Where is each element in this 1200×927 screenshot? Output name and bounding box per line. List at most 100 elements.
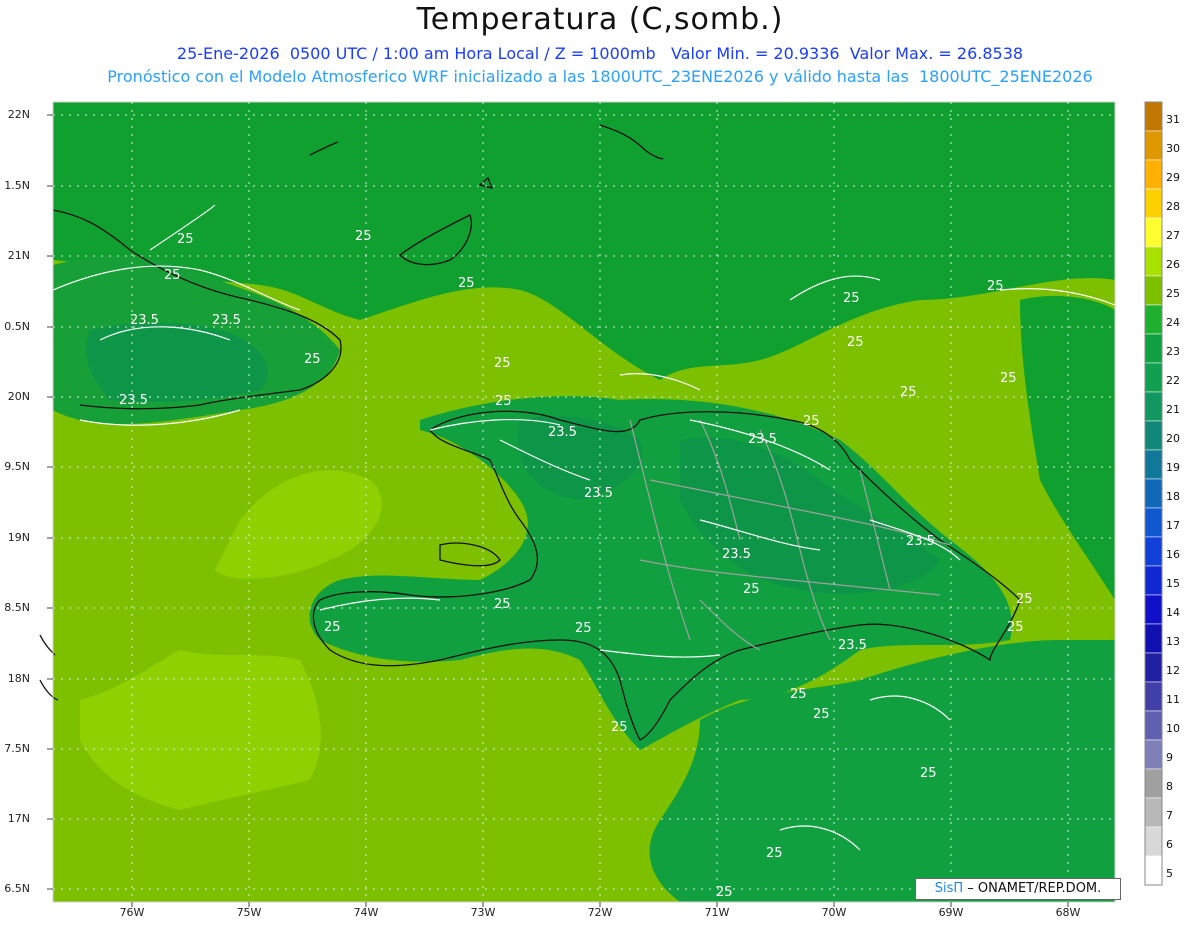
lon-tick: 70W <box>821 906 847 919</box>
lat-tick: 20N <box>7 390 30 403</box>
colorbar-label: 17 <box>1166 519 1180 532</box>
lat-tick: 17N <box>7 812 30 825</box>
colorbar-swatch <box>1144 681 1163 712</box>
contour-label: 25 <box>847 335 864 350</box>
contour-label: 25 <box>743 582 760 597</box>
credit-text: – ONAMET/REP.DOM. <box>963 881 1102 896</box>
colorbar-label: 24 <box>1166 316 1180 329</box>
contour-label: 25 <box>494 597 511 612</box>
contour-label: 25 <box>324 620 341 635</box>
contour-label: 25 <box>1000 371 1017 386</box>
colorbar-label: 16 <box>1166 548 1180 561</box>
colorbar-swatch <box>1144 710 1163 741</box>
colorbar-swatch <box>1144 449 1163 480</box>
lat-tick: 19N <box>7 531 30 544</box>
colorbar-swatch <box>1144 507 1163 538</box>
colorbar-label: 20 <box>1166 432 1180 445</box>
colorbar-label: 29 <box>1166 171 1180 184</box>
colorbar-swatch <box>1144 101 1163 132</box>
colorbar-swatch <box>1144 362 1163 393</box>
colorbar-label: 31 <box>1166 113 1180 126</box>
colorbar-label: 10 <box>1166 722 1180 735</box>
lat-tick: 18N <box>7 672 30 685</box>
contour-label: 23.5 <box>748 432 777 447</box>
colorbar-label: 11 <box>1166 693 1180 706</box>
contour-label: 23.5 <box>212 313 241 328</box>
contour-label: 25 <box>1016 592 1033 607</box>
colorbar-swatch <box>1144 594 1163 625</box>
lon-tick: 75W <box>236 906 262 919</box>
colorbar-label: 7 <box>1166 809 1173 822</box>
contour-label: 25 <box>900 385 917 400</box>
contour-label: 25 <box>843 291 860 306</box>
colorbar-swatch <box>1144 565 1163 596</box>
contour-label: 25 <box>495 394 512 409</box>
credit-box: SisΠ – ONAMET/REP.DOM. <box>915 878 1121 900</box>
lat-tick: 21N <box>7 249 30 262</box>
colorbar <box>1144 101 1163 886</box>
contour-label: 25 <box>987 279 1004 294</box>
colorbar-label: 26 <box>1166 258 1180 271</box>
colorbar-swatch <box>1144 478 1163 509</box>
colorbar-label: 8 <box>1166 780 1173 793</box>
contour-label: 25 <box>716 885 733 900</box>
colorbar-swatch <box>1144 333 1163 364</box>
colorbar-label: 6 <box>1166 838 1173 851</box>
brand-logo-text: SisΠ <box>934 881 964 896</box>
colorbar-label: 22 <box>1166 374 1180 387</box>
contour-label: 25 <box>355 229 372 244</box>
colorbar-swatch <box>1144 536 1163 567</box>
colorbar-swatch <box>1144 217 1163 248</box>
lat-tick: 7.5N <box>4 742 30 755</box>
lat-tick: 22N <box>7 108 30 121</box>
colorbar-swatch <box>1144 623 1163 654</box>
colorbar-swatch <box>1144 246 1163 277</box>
colorbar-swatch <box>1144 188 1163 219</box>
colorbar-swatch <box>1144 652 1163 683</box>
contour-label: 25 <box>790 687 807 702</box>
colorbar-swatch <box>1144 130 1163 161</box>
contour-label: 23.5 <box>130 313 159 328</box>
colorbar-label: 18 <box>1166 490 1180 503</box>
contour-label: 25 <box>458 276 475 291</box>
lat-tick: 6.5N <box>4 882 30 895</box>
colorbar-swatch <box>1144 275 1163 306</box>
contour-label: 23.5 <box>119 393 148 408</box>
colorbar-label: 5 <box>1166 867 1173 880</box>
colorbar-swatch <box>1144 826 1163 857</box>
colorbar-label: 15 <box>1166 577 1180 590</box>
contour-label: 25 <box>920 766 937 781</box>
contour-label: 25 <box>611 720 628 735</box>
lon-tick: 71W <box>704 906 730 919</box>
contour-label: 25 <box>803 414 820 429</box>
contour-label: 25 <box>575 621 592 636</box>
contour-label: 23.5 <box>584 486 613 501</box>
colorbar-label: 14 <box>1166 606 1180 619</box>
lon-tick: 73W <box>470 906 496 919</box>
contour-label: 25 <box>177 232 194 247</box>
colorbar-label: 12 <box>1166 664 1180 677</box>
colorbar-label: 23 <box>1166 345 1180 358</box>
contour-label: 25 <box>1007 620 1024 635</box>
contour-label: 23.5 <box>722 547 751 562</box>
contour-label: 23.5 <box>548 425 577 440</box>
colorbar-label: 25 <box>1166 287 1180 300</box>
colorbar-label: 19 <box>1166 461 1180 474</box>
colorbar-swatch <box>1144 739 1163 770</box>
contour-label: 25 <box>304 352 321 367</box>
colorbar-label: 27 <box>1166 229 1180 242</box>
temperature-map: 25 25 25 23.5 23.5 25 23.5 25 25 23.5 23… <box>39 101 1163 907</box>
colorbar-label: 28 <box>1166 200 1180 213</box>
lon-tick: 68W <box>1055 906 1081 919</box>
lon-tick: 72W <box>587 906 613 919</box>
colorbar-swatch <box>1144 855 1163 886</box>
contour-label: 25 <box>164 268 181 283</box>
contour-label: 25 <box>766 846 783 861</box>
colorbar-label: 21 <box>1166 403 1180 416</box>
colorbar-swatch <box>1144 797 1163 828</box>
lat-tick: 0.5N <box>4 320 30 333</box>
lon-tick: 74W <box>353 906 379 919</box>
colorbar-swatch <box>1144 420 1163 451</box>
colorbar-label: 30 <box>1166 142 1180 155</box>
colorbar-label: 9 <box>1166 751 1173 764</box>
